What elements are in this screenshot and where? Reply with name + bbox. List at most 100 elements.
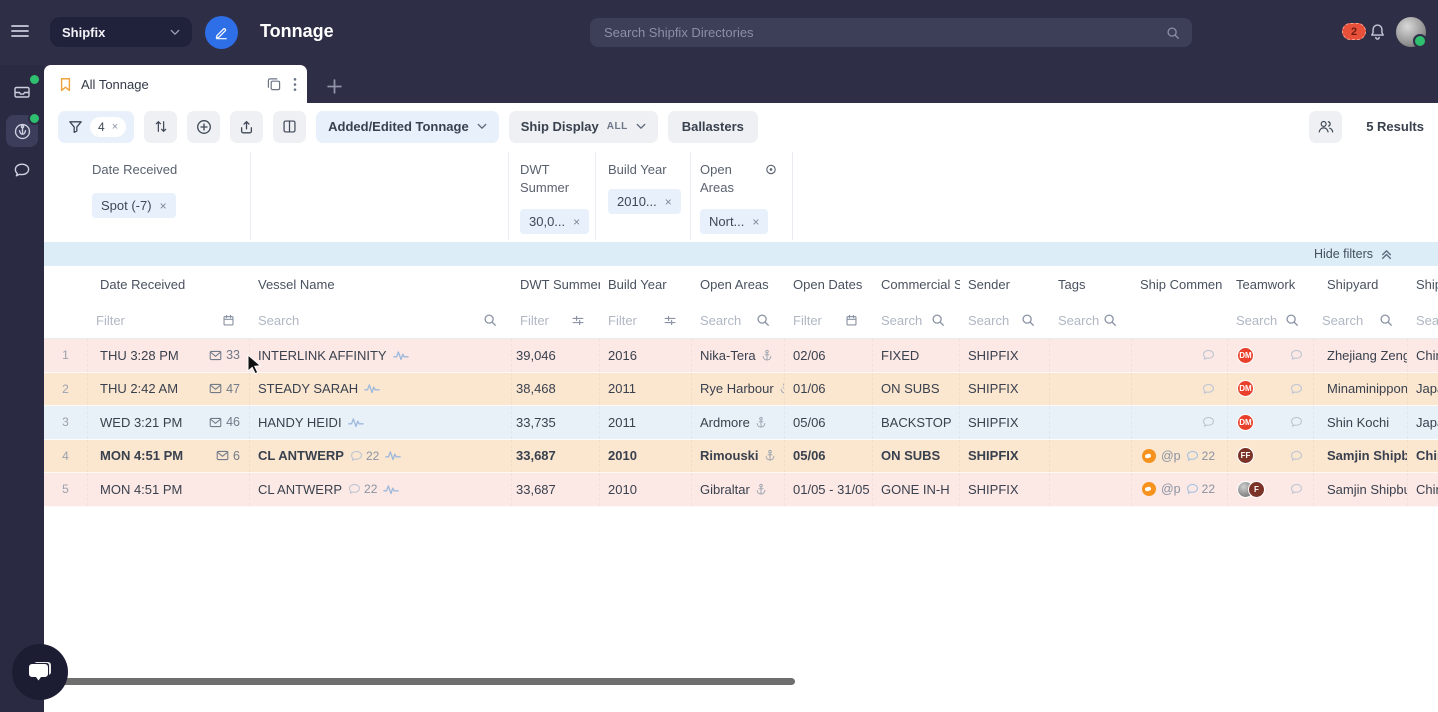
filter-chip[interactable]: Spot (-7) × xyxy=(92,193,176,218)
commercial-status: GONE IN-H xyxy=(881,482,950,497)
initials-avatar[interactable]: FF xyxy=(1237,447,1254,464)
cell-dates: 02/06 xyxy=(785,339,873,372)
support-chat-widget[interactable] xyxy=(12,644,68,700)
column-filter-build[interactable]: Filter xyxy=(600,302,692,338)
horizontal-scrollbar[interactable] xyxy=(50,678,795,685)
cell-ship-comments[interactable]: @p22 xyxy=(1132,473,1228,506)
column-header-vessel[interactable]: Vessel Name xyxy=(250,277,512,292)
tab-all-tonnage[interactable]: All Tonnage xyxy=(44,65,307,103)
remove-chip-icon[interactable]: × xyxy=(160,199,167,213)
remove-chip-icon[interactable]: × xyxy=(665,195,672,209)
add-tab-button[interactable] xyxy=(326,78,343,95)
table-row[interactable]: 3WED 3:21 PM46HANDY HEIDI33,7352011Ardmo… xyxy=(44,406,1438,440)
calendar-icon[interactable] xyxy=(222,314,235,327)
column-filter-dates[interactable]: Filter xyxy=(785,302,873,338)
search-icon[interactable] xyxy=(1285,313,1299,327)
initials-avatar[interactable]: DM xyxy=(1237,380,1254,397)
sidebar-item-mail[interactable] xyxy=(6,76,38,108)
global-search[interactable] xyxy=(590,18,1192,47)
search-icon[interactable] xyxy=(1103,313,1117,327)
chat-icon xyxy=(1290,450,1303,462)
column-filter-areas[interactable]: Search xyxy=(692,302,785,338)
filter-chip[interactable]: Nort... × xyxy=(700,209,768,234)
filter-chip-label: 2010... xyxy=(617,194,657,209)
column-header-sender[interactable]: Sender xyxy=(960,277,1050,292)
workspace-dropdown[interactable]: Shipfix xyxy=(50,17,192,47)
initials-avatar[interactable]: DM xyxy=(1237,347,1254,364)
cell-ship-comments[interactable] xyxy=(1132,406,1228,439)
search-icon[interactable] xyxy=(483,313,497,327)
cell-ship-comments[interactable] xyxy=(1132,339,1228,372)
cell-ship-comments[interactable] xyxy=(1132,373,1228,406)
ship-display-value: ALL xyxy=(607,121,628,132)
cell-dates: 01/05 - 31/05 xyxy=(785,473,873,506)
column-filter-status[interactable]: Search xyxy=(873,302,960,338)
filter-chip[interactable]: 30,0... × xyxy=(520,209,589,234)
column-filter-dwt[interactable]: Filter xyxy=(512,302,600,338)
column-header-date[interactable]: Date Received xyxy=(88,277,250,292)
duplicate-tab-icon[interactable] xyxy=(267,77,281,91)
column-header-tags[interactable]: Tags xyxy=(1050,277,1132,292)
add-button[interactable] xyxy=(187,111,220,143)
remove-chip-icon[interactable]: × xyxy=(752,215,759,229)
ship-display-dropdown[interactable]: Ship Display ALL xyxy=(509,111,658,143)
column-filter-sender[interactable]: Search xyxy=(960,302,1050,338)
column-header-build[interactable]: Build Year xyxy=(600,277,692,292)
table-row[interactable]: 5MON 4:51 PMCL ANTWERP2233,6872010Gibral… xyxy=(44,473,1438,507)
filter-button[interactable]: 4 × xyxy=(58,111,134,143)
sliders-icon[interactable] xyxy=(571,314,585,327)
notification-count-badge[interactable]: 2 xyxy=(1342,23,1366,40)
column-header-dwt[interactable]: DWT Summer xyxy=(512,277,600,292)
calendar-icon[interactable] xyxy=(845,314,858,327)
column-filter-vessel[interactable]: Search xyxy=(250,302,512,338)
filter-chip[interactable]: 2010... × xyxy=(608,189,681,214)
cell-ship-comments[interactable]: @p22 xyxy=(1132,440,1228,473)
column-filter-shipyard[interactable]: Search xyxy=(1314,302,1408,338)
initials-avatar[interactable]: F xyxy=(1248,481,1265,498)
hamburger-menu-icon[interactable] xyxy=(11,24,29,38)
columns-button[interactable] xyxy=(273,111,306,143)
filter-count-pill[interactable]: 4 × xyxy=(90,117,126,137)
hide-filters-bar[interactable]: Hide filters xyxy=(44,242,1438,266)
share-users-button[interactable] xyxy=(1309,111,1342,143)
sidebar-item-tonnage[interactable] xyxy=(6,115,38,147)
column-filter-teamwork[interactable]: Search xyxy=(1228,302,1314,338)
column-header-shipyard[interactable]: Shipyard xyxy=(1314,277,1408,292)
column-header-teamwork[interactable]: Teamwork xyxy=(1228,277,1314,292)
remove-chip-icon[interactable]: × xyxy=(573,215,580,229)
vessel-group: STEADY SARAH xyxy=(258,381,380,396)
ballasters-button[interactable]: Ballasters xyxy=(668,111,758,143)
sliders-icon[interactable] xyxy=(663,314,677,327)
search-icon[interactable] xyxy=(1021,313,1035,327)
search-input[interactable] xyxy=(602,24,1166,41)
column-header-ship[interactable]: Ship xyxy=(1408,277,1438,292)
pulse-icon xyxy=(393,350,409,361)
dataset-dropdown[interactable]: Added/Edited Tonnage xyxy=(316,111,499,143)
tab-kebab-icon[interactable] xyxy=(293,77,297,92)
radius-pin-icon[interactable] xyxy=(764,163,778,177)
chat-icon xyxy=(1186,483,1199,495)
table-row[interactable]: 1THU 3:28 PM33INTERLINK AFFINITY39,04620… xyxy=(44,339,1438,373)
column-header-status[interactable]: Commercial S xyxy=(873,277,960,292)
column-filter-tags[interactable]: Search xyxy=(1050,302,1132,338)
bell-icon[interactable] xyxy=(1369,23,1386,41)
table-row[interactable]: 2THU 2:42 AM47STEADY SARAH38,4682011Rye … xyxy=(44,373,1438,407)
search-icon[interactable] xyxy=(1379,313,1393,327)
search-icon[interactable] xyxy=(931,313,945,327)
column-filter-date[interactable]: Filter xyxy=(88,302,250,338)
search-icon[interactable] xyxy=(756,313,770,327)
chat-icon xyxy=(1202,349,1215,361)
column-header-shipcomm[interactable]: Ship Commen xyxy=(1132,277,1228,292)
compose-button[interactable] xyxy=(205,16,238,49)
column-header-areas[interactable]: Open Areas xyxy=(692,277,785,292)
column-header-dates[interactable]: Open Dates xyxy=(785,277,873,292)
export-button[interactable] xyxy=(230,111,263,143)
ship: Chin xyxy=(1416,348,1438,363)
sidebar-item-chat[interactable] xyxy=(6,154,38,186)
column-filter-ship[interactable]: Sea xyxy=(1408,302,1438,338)
clear-filters-icon[interactable]: × xyxy=(112,121,118,133)
avatar[interactable] xyxy=(1396,17,1426,47)
initials-avatar[interactable]: DM xyxy=(1237,414,1254,431)
sort-button[interactable] xyxy=(144,111,177,143)
table-row[interactable]: 4MON 4:51 PM6CL ANTWERP2233,6872010Rimou… xyxy=(44,440,1438,474)
